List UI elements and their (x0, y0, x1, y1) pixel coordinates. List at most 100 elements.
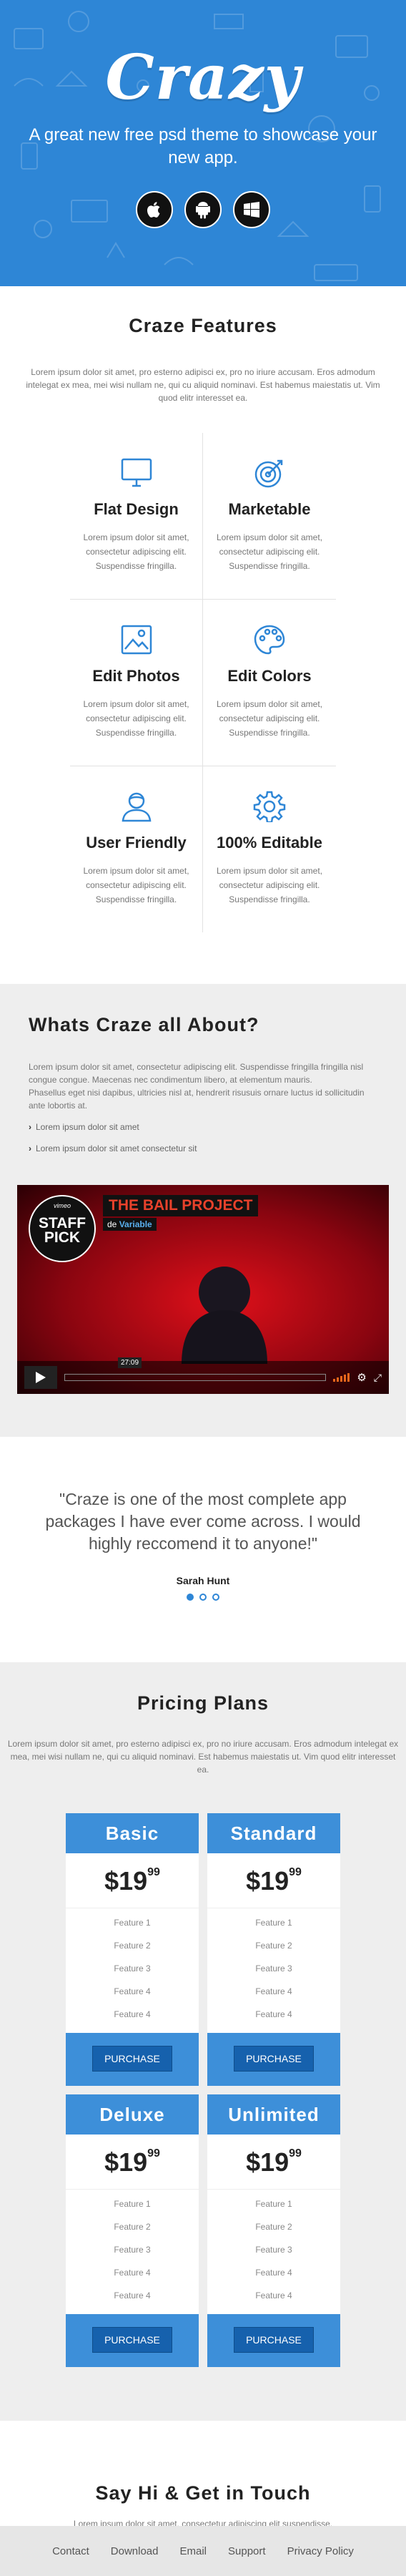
plan-feature: Feature 4 (114, 2290, 151, 2301)
purchase-button[interactable]: PURCHASE (234, 2046, 314, 2072)
testimonial-quote: "Craze is one of the most complete app p… (45, 1490, 361, 1553)
footer-link-privacy[interactable]: Privacy Policy (287, 2545, 354, 2557)
play-button[interactable] (24, 1366, 57, 1389)
purchase-button[interactable]: PURCHASE (92, 2046, 172, 2072)
plan-feature: Feature 4 (114, 2009, 151, 2019)
feature-title: 100% Editable (217, 834, 322, 852)
plan-price: $1999 (66, 2135, 199, 2190)
plan-feature: Feature 2 (114, 1941, 151, 1951)
about-paragraph: Phasellus eget nisi dapibus, ultricies n… (29, 1088, 365, 1111)
feature-card: Flat Design Lorem ipsum dolor sit amet, … (70, 433, 203, 600)
plan-footer: PURCHASE (66, 2033, 199, 2086)
android-icon (196, 202, 210, 219)
pagination-dot[interactable] (187, 1594, 194, 1601)
plan-card: Deluxe $1999 Feature 1 Feature 2 Feature… (66, 2094, 199, 2367)
target-icon (254, 459, 283, 488)
progress-bar[interactable]: 27:09 (64, 1357, 327, 1381)
staff-pick-badge[interactable]: vimeo STAFF PICK (29, 1195, 96, 1262)
feature-card: User Friendly Lorem ipsum dolor sit amet… (70, 766, 203, 932)
plan-card: Basic $1999 Feature 1 Feature 2 Feature … (66, 1813, 199, 2086)
testimonial-author: Sarah Hunt (176, 1575, 230, 1586)
feature-card: Edit Colors Lorem ipsum dolor sit amet, … (203, 600, 336, 766)
feature-title: User Friendly (86, 834, 187, 852)
palette-icon (254, 625, 285, 655)
video-duration: 27:09 (118, 1357, 142, 1368)
feature-title: Edit Colors (227, 667, 312, 685)
contact-title: Say Hi & Get in Touch (95, 2482, 311, 2504)
feature-text: Lorem ipsum dolor sit amet, consectetur … (216, 866, 323, 904)
apple-store-button[interactable] (136, 191, 173, 228)
footer-link-email[interactable]: Email (180, 2545, 207, 2557)
image-icon (121, 625, 152, 655)
plan-price: $1999 (207, 1853, 340, 1908)
plan-footer: PURCHASE (207, 2033, 340, 2086)
about-list: › Lorem ipsum dolor sit amet › Lorem ipsum… (29, 1121, 377, 1155)
pricing-title: Pricing Plans (137, 1692, 269, 1714)
about-paragraph: Lorem ipsum dolor sit amet, consectetur … (29, 1062, 364, 1085)
list-item: › Lorem ipsum dolor sit amet (29, 1122, 139, 1132)
feature-text: Lorem ipsum dolor sit amet, consectetur … (216, 699, 323, 738)
plan-feature: Feature 3 (255, 2245, 292, 2255)
video-title[interactable]: THE BAIL PROJECT (103, 1195, 259, 1216)
plan-feature: Feature 1 (114, 2199, 151, 2209)
video-player[interactable]: vimeo STAFF PICK THE BAIL PROJECT de Var… (17, 1185, 389, 1394)
play-icon (36, 1372, 46, 1383)
plan-feature: Feature 4 (114, 2268, 151, 2278)
plan-name: Standard (207, 1813, 340, 1853)
pagination-dot[interactable] (199, 1594, 207, 1601)
plan-name: Deluxe (66, 2094, 199, 2135)
plan-feature: Feature 2 (255, 2222, 292, 2232)
features-section: Craze Features Lorem ipsum dolor sit ame… (0, 286, 406, 932)
pricing-plans: Basic $1999 Feature 1 Feature 2 Feature … (66, 1813, 340, 2367)
settings-icon[interactable]: ⚙ (357, 1371, 366, 1384)
purchase-button[interactable]: PURCHASE (92, 2327, 172, 2353)
features-title: Craze Features (129, 315, 277, 336)
pagination-dot[interactable] (212, 1594, 219, 1601)
plan-feature: Feature 1 (114, 1918, 151, 1928)
plan-feature: Feature 2 (255, 1941, 292, 1951)
feature-title: Flat Design (94, 500, 179, 518)
about-title: Whats Craze all About? (29, 1014, 259, 1035)
gear-icon (253, 791, 286, 822)
store-buttons (0, 191, 406, 228)
plan-feature: Feature 2 (114, 2222, 151, 2232)
plan-name: Unlimited (207, 2094, 340, 2135)
feature-card: Marketable Lorem ipsum dolor sit amet, c… (203, 433, 336, 600)
chevron-right-icon: › (29, 1122, 31, 1132)
about-section: Whats Craze all About? Lorem ipsum dolor… (0, 984, 406, 1437)
plan-footer: PURCHASE (66, 2314, 199, 2367)
app-logo: Crazy (105, 42, 301, 114)
plan-feature: Feature 4 (255, 1986, 292, 1996)
windows-store-button[interactable] (233, 191, 270, 228)
fullscreen-icon[interactable]: ⤢ (374, 1372, 382, 1384)
plan-price: $1999 (66, 1853, 199, 1908)
monitor-icon (121, 458, 152, 487)
video-author[interactable]: de Variable (103, 1218, 157, 1231)
plan-feature: Feature 4 (255, 2009, 292, 2019)
windows-icon (244, 202, 259, 218)
video-controls: 27:09 ⚙ ⤢ (17, 1357, 389, 1394)
feature-text: Lorem ipsum dolor sit amet, consectetur … (216, 532, 323, 571)
plan-name: Basic (66, 1813, 199, 1853)
features-grid: Flat Design Lorem ipsum dolor sit amet, … (70, 433, 336, 932)
hero-section: Crazy A great new free psd theme to show… (0, 0, 406, 286)
plan-features: Feature 1 Feature 2 Feature 3 Feature 4 … (66, 1908, 199, 2029)
footer-link-support[interactable]: Support (228, 2545, 266, 2557)
plan-card: Unlimited $1999 Feature 1 Feature 2 Feat… (207, 2094, 340, 2367)
purchase-button[interactable]: PURCHASE (234, 2327, 314, 2353)
testimonial-section: "Craze is one of the most complete app p… (0, 1437, 406, 1662)
plan-feature: Feature 1 (255, 2199, 292, 2209)
pricing-intro: Lorem ipsum dolor sit amet, pro esterno … (7, 1739, 399, 1775)
plan-feature: Feature 3 (255, 1963, 292, 1974)
hero-tagline: A great new free psd theme to showcase y… (29, 125, 377, 167)
feature-text: Lorem ipsum dolor sit amet, consectetur … (83, 866, 189, 904)
user-icon (122, 792, 151, 822)
footer-link-contact[interactable]: Contact (52, 2545, 89, 2557)
plan-feature: Feature 4 (255, 2268, 292, 2278)
footer-link-download[interactable]: Download (111, 2545, 159, 2557)
feature-card: Edit Photos Lorem ipsum dolor sit amet, … (70, 600, 203, 766)
chevron-right-icon: › (29, 1143, 31, 1153)
android-store-button[interactable] (184, 191, 222, 228)
volume-icon[interactable] (333, 1373, 350, 1382)
plan-card: Standard $1999 Feature 1 Feature 2 Featu… (207, 1813, 340, 2086)
